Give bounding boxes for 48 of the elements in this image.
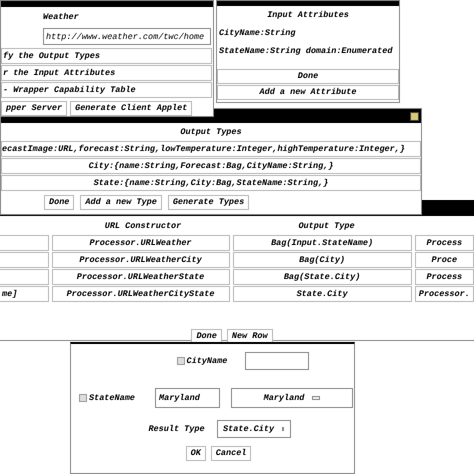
type-definition: State:{name:String,City:Bag,StateName:String,}	[1, 174, 421, 191]
table-cell: Processor.URLWeatherCityState	[52, 286, 230, 302]
button[interactable]: Done	[44, 194, 74, 210]
attribute: CityName:String	[218, 26, 297, 40]
table-cell: Bag(Input.StateName)	[232, 235, 412, 251]
table-cell: me]	[0, 286, 48, 302]
table-cell: Process	[414, 269, 474, 285]
button[interactable]: Add a new Attribute	[217, 85, 399, 100]
url-field[interactable]: http://www.weather.com/twc/home	[43, 28, 211, 45]
type-definition: City:{name:String,Forecast:Bag,CityName:String,}	[1, 158, 421, 174]
button[interactable]: Generate Types	[168, 194, 250, 210]
table-cell: Processor.URLWeatherCity	[52, 252, 230, 268]
type-definition: ecastImage:URL,forecast:String,lowTemperature:Integer,highTemperature:Integer,}	[1, 140, 421, 157]
button[interactable]: pper Server	[1, 101, 68, 116]
menu-row: - Wrapper Capability Table	[1, 82, 212, 98]
table-cell: Processor.URLWeatherState	[52, 269, 230, 285]
column-header: URL Constructor	[104, 220, 182, 233]
table-cell: State.City	[232, 286, 412, 302]
button[interactable]: Generate Client Applet	[70, 101, 192, 116]
window-title: Output Types	[179, 126, 243, 139]
table-cell: Bag(City)	[232, 252, 412, 268]
table-cell: Processor.URLWeather	[52, 235, 230, 251]
input-field[interactable]	[244, 352, 308, 370]
dropdown-indicator-icon	[282, 427, 284, 431]
field-label: CityName	[186, 354, 228, 368]
button[interactable]: Add a new Type	[80, 194, 162, 210]
field-label: StateName	[89, 392, 136, 404]
table-cell: Bag(State.City)	[232, 269, 412, 285]
checkbox[interactable]	[176, 357, 184, 365]
button[interactable]: Cancel	[210, 446, 252, 461]
dropdown-indicator-icon	[312, 396, 320, 400]
menu-row: fy the Output Types	[1, 48, 212, 64]
table-cell: Proce	[414, 252, 474, 268]
dropdown[interactable]: Maryland	[231, 388, 353, 408]
window-title: Input Attributes	[266, 9, 350, 22]
button[interactable]: Done	[217, 69, 399, 84]
column-header: Output Type	[297, 220, 356, 233]
dropdown[interactable]: State.City	[216, 420, 291, 438]
input-field[interactable]: Maryland	[155, 388, 220, 408]
window-resize-icon[interactable]	[410, 112, 419, 120]
button[interactable]: OK	[186, 446, 206, 461]
field-label: Result Type	[148, 422, 205, 436]
table-cell: Processor.	[414, 286, 474, 302]
menu-row: r the Input Attributes	[1, 65, 212, 81]
wrapper-name: Weather	[43, 11, 80, 24]
checkbox[interactable]	[79, 394, 87, 402]
table-cell: Process	[414, 235, 474, 251]
attribute: StateName:String domain:Enumerated	[218, 44, 394, 58]
